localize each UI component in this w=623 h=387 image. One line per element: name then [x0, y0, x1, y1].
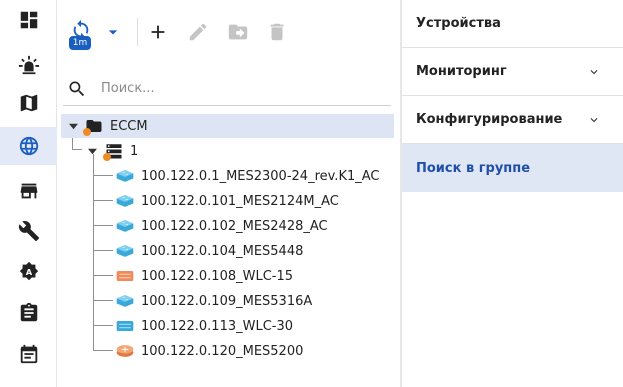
tree-node-device[interactable]: 100.122.0.108_WLC-15: [115, 264, 293, 288]
alarm-status-dot: [103, 153, 111, 161]
wrench-icon: [18, 221, 39, 242]
nav-rail: A: [0, 0, 57, 387]
server-rack-icon: [103, 142, 124, 161]
tree-line: [72, 149, 82, 150]
alarm-status-dot: [83, 128, 91, 136]
menu-configuration-label: Конфигурирование: [416, 112, 563, 127]
svg-text:A: A: [25, 267, 32, 277]
tree-line: [93, 154, 94, 351]
menu-group-search[interactable]: Поиск в группе: [402, 144, 623, 192]
toolbar-separator: [137, 18, 138, 46]
search-icon: [69, 81, 85, 96]
switch-icon: [115, 167, 135, 185]
tree-line: [93, 325, 113, 326]
nav-admin[interactable]: A: [0, 253, 57, 291]
router-icon: [115, 342, 135, 360]
edit-icon: [189, 23, 207, 41]
tree-node-label: 100.122.0.101_MES2124M_AC: [141, 193, 339, 209]
tree-node-device[interactable]: 100.122.0.102_MES2428_AC: [115, 214, 328, 238]
tree-node-label: 100.122.0.1_MES2300-24_rev.K1_AC: [141, 168, 380, 184]
tree-node-device[interactable]: 100.122.0.120_MES5200: [115, 339, 303, 363]
tree-line: [93, 200, 113, 201]
tree-line: [93, 250, 113, 251]
tree-node-label: 1: [130, 143, 139, 159]
device-tree: ECCM 1 100.122.0.1_MES2300-24_rev.K1_AC …: [57, 112, 400, 372]
calendar-icon: [20, 344, 37, 364]
tree-node-device[interactable]: 100.122.0.113_WLC-30: [115, 314, 293, 338]
nav-tasks[interactable]: [0, 294, 57, 332]
nav-map[interactable]: [0, 84, 57, 122]
menu-monitoring-label: Мониторинг: [416, 64, 507, 79]
tree-line: [93, 300, 113, 301]
caret-down-icon: [87, 148, 97, 154]
refresh-menu-button[interactable]: [101, 20, 125, 44]
store-icon: [20, 183, 37, 199]
refresh-interval-badge[interactable]: 1m: [69, 36, 91, 50]
caret-down-icon: [68, 123, 78, 129]
menu-devices[interactable]: Устройства: [402, 0, 623, 48]
nav-alarms[interactable]: [0, 46, 57, 84]
chevron-down-icon: [590, 118, 598, 123]
collapse-toggle[interactable]: [87, 146, 97, 156]
menu-monitoring[interactable]: Мониторинг: [402, 48, 623, 96]
move-button[interactable]: [226, 20, 250, 44]
dropdown-arrow-icon: [108, 30, 118, 35]
chevron-down-icon: [590, 70, 598, 75]
tree-line: [93, 350, 113, 351]
add-icon: [151, 25, 165, 39]
menu-group-search-label: Поиск в группе: [416, 160, 531, 176]
tree-node-label: ECCM: [110, 118, 148, 134]
move-folder-icon: [228, 24, 248, 40]
search-bar: [63, 72, 391, 106]
nav-store[interactable]: [0, 172, 57, 210]
nav-calendar[interactable]: [0, 335, 57, 373]
alarm-icon: [18, 55, 39, 75]
tree-line: [93, 225, 113, 226]
admin-badge-icon: A: [19, 261, 38, 281]
nav-network[interactable]: [0, 127, 57, 165]
device-tree-panel: 1m Поиск... ECCM 1 100.122.0.1_MES2300-2…: [57, 0, 400, 387]
wlc-icon: [115, 267, 135, 285]
tree-line: [93, 175, 113, 176]
switch-icon: [115, 192, 135, 210]
tree-node-root[interactable]: ECCM: [61, 114, 394, 138]
clipboard-icon: [20, 302, 37, 322]
toolbar: 1m: [57, 0, 400, 64]
switch-icon: [115, 242, 135, 260]
right-panel: Устройства Мониторинг Конфигурирование П…: [400, 0, 623, 387]
tree-node-label: 100.122.0.113_WLC-30: [141, 318, 294, 334]
tree-node-label: 100.122.0.102_MES2428_AC: [141, 218, 328, 234]
tree-node-label: 100.122.0.104_MES5448: [141, 243, 304, 259]
tree-node-device[interactable]: 100.122.0.101_MES2124M_AC: [115, 189, 339, 213]
tree-node-device[interactable]: 100.122.0.1_MES2300-24_rev.K1_AC: [115, 164, 379, 188]
wlc-icon: [115, 317, 135, 335]
folder-icon: [83, 117, 104, 136]
tree-node-group[interactable]: 1: [83, 139, 138, 163]
switch-icon: [115, 292, 135, 310]
tree-node-device[interactable]: 100.122.0.104_MES5448: [115, 239, 303, 263]
globe-icon: [19, 136, 38, 156]
tree-line: [93, 275, 113, 276]
edit-button[interactable]: [186, 20, 210, 44]
tree-node-label: 100.122.0.120_MES5200: [141, 343, 304, 359]
nav-dashboard[interactable]: [0, 1, 57, 39]
menu-devices-label: Устройства: [416, 16, 501, 31]
dashboard-icon: [20, 11, 37, 29]
tree-node-label: 100.122.0.109_MES5316A: [141, 293, 313, 309]
tree-node-label: 100.122.0.108_WLC-15: [141, 268, 294, 284]
delete-icon: [270, 23, 284, 41]
menu-configuration[interactable]: Конфигурирование: [402, 96, 623, 144]
collapse-toggle[interactable]: [68, 121, 78, 131]
nav-tools[interactable]: [0, 212, 57, 250]
search-input[interactable]: [101, 81, 361, 96]
switch-icon: [115, 217, 135, 235]
tree-node-device[interactable]: 100.122.0.109_MES5316A: [115, 289, 312, 313]
add-button[interactable]: [146, 20, 170, 44]
map-icon: [20, 94, 37, 112]
delete-button[interactable]: [265, 20, 289, 44]
